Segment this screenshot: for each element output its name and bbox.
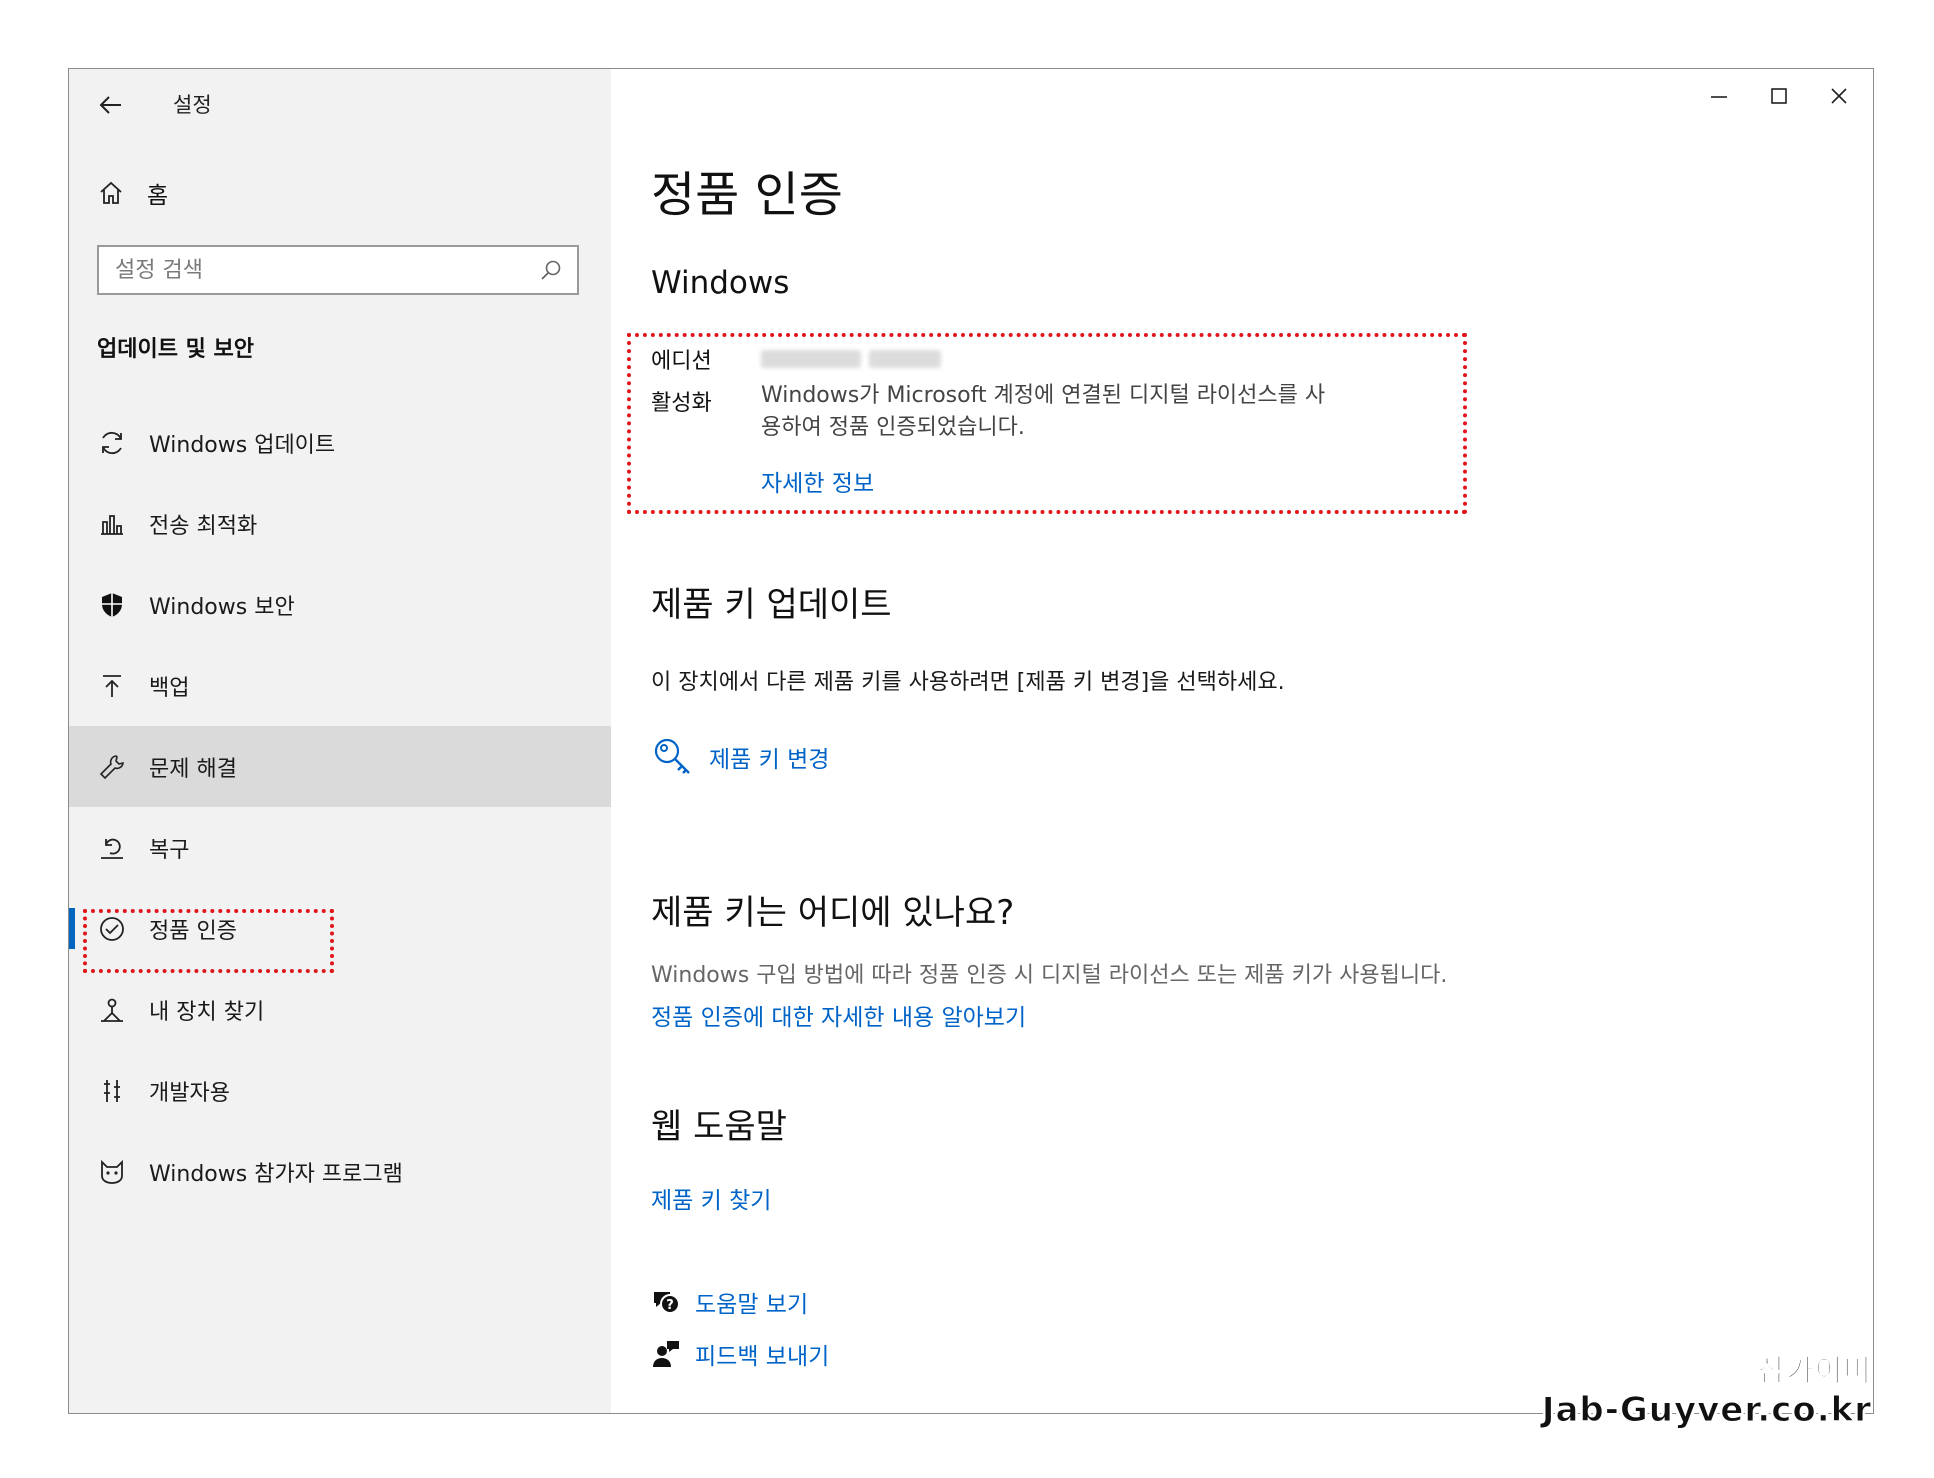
- svg-text:?: ?: [666, 1298, 674, 1313]
- close-button[interactable]: [1809, 69, 1869, 123]
- settings-search[interactable]: [97, 245, 579, 295]
- sidebar-item-label: 복구: [149, 837, 190, 863]
- sidebar-item-recovery[interactable]: 복구: [69, 807, 611, 888]
- main-content: 정품 인증 Windows 에디션 활성화 Windows가 Microsoft…: [611, 69, 1873, 1413]
- get-help-label: 도움말 보기: [695, 1292, 809, 1318]
- home-link[interactable]: 홈: [97, 171, 168, 215]
- sidebar: 설정 홈 업데이트 및 보안 Windows 업데이트: [69, 69, 611, 1413]
- minimize-button[interactable]: [1689, 69, 1749, 123]
- sidebar-item-label: 내 장치 찾기: [149, 999, 265, 1025]
- delivery-optimization-icon: [95, 507, 129, 541]
- key-icon: [654, 738, 690, 774]
- watermark-line2: Jab-Guyver.co.kr: [1541, 1390, 1872, 1431]
- where-key-text: Windows 구입 방법에 따라 정품 인증 시 디지털 라이선스 또는 제품…: [651, 963, 1448, 988]
- maximize-icon: [1771, 88, 1787, 104]
- developer-tools-icon: [95, 1074, 129, 1108]
- shield-icon: [95, 588, 129, 622]
- learn-more-activation-link[interactable]: 정품 인증에 대한 자세한 내용 알아보기: [651, 998, 1026, 1032]
- search-input[interactable]: [113, 256, 539, 284]
- sidebar-item-label: 개발자용: [149, 1080, 230, 1106]
- sidebar-item-label: Windows 업데이트: [149, 432, 336, 458]
- activation-highlight-box: [83, 909, 334, 973]
- feedback-person-icon: [653, 1341, 679, 1367]
- sidebar-item-delivery-optimization[interactable]: 전송 최적화: [69, 483, 611, 564]
- where-key-heading: 제품 키는 어디에 있나요?: [651, 893, 1015, 933]
- wrench-icon: [95, 750, 129, 784]
- sidebar-nav: Windows 업데이트 전송 최적화 Windows 보안 백업 문제 해결 …: [69, 402, 611, 1212]
- product-key-update-text: 이 장치에서 다른 제품 키를 사용하려면 [제품 키 변경]을 선택하세요.: [651, 670, 1285, 695]
- window-title: 설정: [173, 93, 212, 117]
- give-feedback-label: 피드백 보내기: [695, 1344, 830, 1370]
- sidebar-item-label: 전송 최적화: [149, 513, 258, 539]
- home-icon: [97, 179, 125, 207]
- section-title: 업데이트 및 보안: [97, 337, 254, 362]
- back-arrow-icon: [99, 96, 121, 114]
- change-product-key-label: 제품 키 변경: [709, 747, 830, 773]
- sidebar-item-windows-update[interactable]: Windows 업데이트: [69, 402, 611, 483]
- sidebar-item-label: Windows 보안: [149, 594, 295, 620]
- sidebar-item-insider-program[interactable]: Windows 참가자 프로그램: [69, 1131, 611, 1212]
- find-product-key-link[interactable]: 제품 키 찾기: [651, 1181, 771, 1215]
- settings-window: 설정 홈 업데이트 및 보안 Windows 업데이트: [68, 68, 1874, 1414]
- find-device-icon: [95, 993, 129, 1027]
- sidebar-item-find-my-device[interactable]: 내 장치 찾기: [69, 969, 611, 1050]
- help-chat-icon: ?: [654, 1292, 680, 1314]
- close-icon: [1831, 88, 1847, 104]
- back-button[interactable]: [91, 85, 131, 125]
- sidebar-item-label: 문제 해결: [149, 756, 237, 782]
- sidebar-item-for-developers[interactable]: 개발자용: [69, 1050, 611, 1131]
- recovery-icon: [95, 831, 129, 865]
- watermark-line1: 잡가이버: [1757, 1354, 1872, 1390]
- sidebar-item-troubleshoot[interactable]: 문제 해결: [69, 726, 611, 807]
- insider-cat-icon: [95, 1155, 129, 1189]
- site-watermark: 잡가이버 Jab-Guyver.co.kr: [1541, 1346, 1872, 1431]
- give-feedback-button[interactable]: 피드백 보내기: [651, 1337, 829, 1371]
- sidebar-item-label: 백업: [149, 675, 190, 701]
- minimize-icon: [1711, 96, 1727, 98]
- change-product-key-button[interactable]: 제품 키 변경: [651, 735, 829, 779]
- upload-arrow-icon: [95, 669, 129, 703]
- home-label: 홈: [147, 183, 169, 209]
- sidebar-item-label: Windows 참가자 프로그램: [149, 1161, 403, 1187]
- refresh-icon: [95, 426, 129, 460]
- activation-info-highlight-box: [627, 333, 1467, 514]
- maximize-button[interactable]: [1749, 69, 1809, 123]
- page-title: 정품 인증: [651, 167, 843, 223]
- product-key-update-heading: 제품 키 업데이트: [651, 585, 892, 625]
- get-help-button[interactable]: ? 도움말 보기: [651, 1285, 808, 1319]
- web-help-heading: 웹 도움말: [651, 1107, 787, 1147]
- sidebar-item-backup[interactable]: 백업: [69, 645, 611, 726]
- sidebar-item-windows-security[interactable]: Windows 보안: [69, 564, 611, 645]
- windows-heading: Windows: [651, 265, 790, 301]
- search-icon: [539, 258, 563, 282]
